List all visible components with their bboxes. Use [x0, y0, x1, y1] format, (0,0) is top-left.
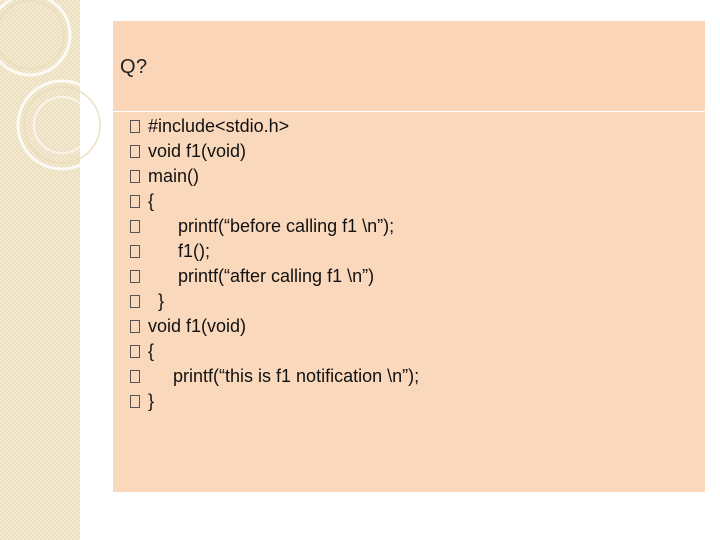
code-line: printf(“after calling f1 \n”): [130, 264, 419, 289]
code-line-text: {: [148, 341, 155, 361]
square-bullet-icon: [130, 245, 140, 258]
code-line-text: {: [148, 191, 155, 211]
square-bullet-icon: [130, 270, 140, 283]
slide-title-area: [113, 21, 705, 112]
code-line: f1();: [130, 239, 419, 264]
slide-page: Q? #include<stdio.h> void f1(void) main() {…: [0, 0, 720, 540]
square-bullet-icon: [130, 170, 140, 183]
code-line: }: [130, 289, 419, 314]
code-listing: #include<stdio.h> void f1(void) main() { pr…: [130, 114, 419, 414]
code-line: void f1(void): [130, 314, 419, 339]
square-bullet-icon: [130, 395, 140, 408]
square-bullet-icon: [130, 295, 140, 308]
slide-title: Q?: [120, 56, 148, 78]
code-line: main(): [130, 164, 419, 189]
code-line-text: main(): [148, 166, 200, 186]
square-bullet-icon: [130, 220, 140, 233]
square-bullet-icon: [130, 145, 140, 158]
code-line: #include<stdio.h>: [130, 114, 419, 139]
square-bullet-icon: [130, 345, 140, 358]
code-line-text: void f1(void): [148, 316, 247, 336]
square-bullet-icon: [130, 120, 140, 133]
code-line: }: [130, 389, 419, 414]
code-line: {: [130, 339, 419, 364]
code-line-text: f1();: [178, 241, 211, 261]
decorative-left-strip: [0, 0, 80, 540]
code-line-text: printf(“before calling f1 \n”);: [178, 216, 395, 236]
code-line-text: }: [158, 291, 165, 311]
code-line-text: void f1(void): [148, 141, 247, 161]
code-line: printf(“this is f1 notification \n”);: [130, 364, 419, 389]
square-bullet-icon: [130, 320, 140, 333]
square-bullet-icon: [130, 370, 140, 383]
code-line-text: printf(“after calling f1 \n”): [178, 266, 375, 286]
code-line: {: [130, 189, 419, 214]
code-line-text: printf(“this is f1 notification \n”);: [173, 366, 420, 386]
code-line: void f1(void): [130, 139, 419, 164]
code-line: printf(“before calling f1 \n”);: [130, 214, 419, 239]
code-line-text: #include<stdio.h>: [148, 116, 290, 136]
square-bullet-icon: [130, 195, 140, 208]
code-line-text: }: [148, 391, 155, 411]
